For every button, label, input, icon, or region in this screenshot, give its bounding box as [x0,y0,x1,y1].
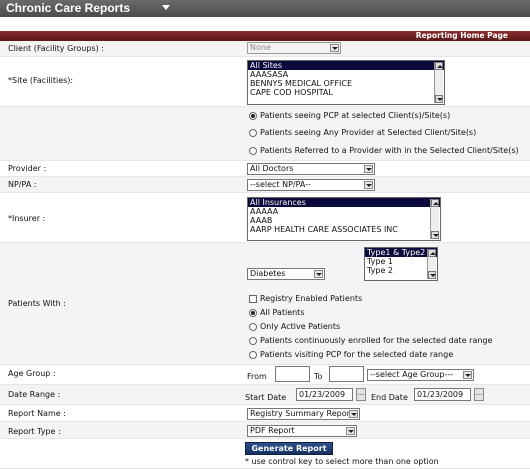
continuously-enrolled-label: Patients continuously enrolled for the s… [260,336,493,345]
provider-select-value: All Doctors [250,164,294,173]
active-patients-radio[interactable] [249,323,257,331]
age-from-input[interactable] [275,366,310,382]
footnote-text: * use control key to select more than on… [245,457,439,466]
report-name-select[interactable]: Registry Summary Report [247,408,360,420]
chevron-down-icon [364,165,373,173]
scrollbar[interactable] [430,199,439,239]
active-patients-label: Only Active Patients [260,322,341,331]
referred-provider-label: Patients Referred to a Provider with in … [260,146,519,155]
pcp-selected-label: Patients seeing PCP at selected Client(s… [260,111,451,120]
visiting-pcp-label: Patients visiting PCP for the selected d… [260,350,454,359]
provider-select[interactable]: All Doctors [247,163,375,175]
list-item[interactable]: All Insurances [248,198,440,207]
all-patients-label: All Patients [260,308,305,317]
report-name-select-value: Registry Summary Report [250,409,354,418]
referred-provider-radio[interactable] [249,147,257,155]
list-item[interactable]: AARP HEALTH CARE ASSOCIATES INC [248,225,440,234]
registry-enabled-checkbox[interactable] [249,295,257,303]
insurer-listbox[interactable]: All Insurances AAAAA AAAB AARP HEALTH CA… [247,197,441,241]
age-group-select-value: --select Age Group--- [370,370,454,379]
start-date-input[interactable]: 01/23/2009 [296,388,353,401]
age-group-label: Age Group : [8,369,56,378]
start-date-picker-button[interactable]: ... [356,388,366,401]
patients-with-label: Patients With : [8,299,66,308]
age-from-label: From [247,372,267,381]
client-label: Client (Facility Groups) : [8,44,104,53]
scroll-up-icon[interactable] [431,199,439,207]
list-item[interactable]: AAAB [248,216,440,225]
scroll-down-icon[interactable] [431,231,439,239]
site-label: *Site (Facilities): [8,76,74,85]
list-item[interactable]: CAPE COD HOSPITAL [248,88,444,97]
report-type-select-value: PDF Report [250,426,295,435]
header-title: Reporting Home Page [415,31,508,40]
nppa-label: NP/PA : [8,180,37,189]
list-item[interactable]: All Sites [248,61,444,70]
registry-enabled-label: Registry Enabled Patients [260,294,363,303]
scroll-up-icon[interactable] [435,62,443,70]
section-header: Reporting Home Page [0,31,530,41]
generate-report-button[interactable]: Generate Report [245,442,333,455]
site-listbox[interactable]: All Sites AAASASA BENNYS MEDICAL OFFICE … [247,60,445,105]
chevron-down-icon [346,427,355,435]
list-item[interactable]: AAAAA [248,207,440,216]
end-date-picker-button[interactable]: ... [474,388,484,401]
end-date-input[interactable]: 01/23/2009 [414,388,471,401]
diabetes-type-listbox[interactable]: Type1 & Type2 Type 1 Type 2 [364,247,438,281]
app-title: Chronic Care Reports [6,1,131,15]
report-type-select[interactable]: PDF Report [247,425,357,437]
scrollbar[interactable] [427,249,436,279]
condition-select[interactable]: Diabetes [247,268,325,280]
nppa-select[interactable]: --select NP/PA-- [247,179,375,191]
chevron-down-icon [364,181,373,189]
end-date-label: End Date [371,393,408,402]
any-provider-radio[interactable] [249,129,257,137]
chevron-down-icon[interactable] [162,5,170,10]
scrollbar[interactable] [434,62,443,103]
chevron-down-icon [314,270,323,278]
client-select-value: None [250,43,271,52]
chevron-down-icon [463,371,472,379]
chevron-down-icon [330,44,339,52]
scroll-down-icon[interactable] [428,271,436,279]
age-group-select[interactable]: --select Age Group--- [367,369,474,381]
pcp-selected-radio[interactable] [249,112,257,120]
provider-label: Provider : [8,164,47,173]
nppa-select-value: --select NP/PA-- [250,180,311,189]
continuously-enrolled-radio[interactable] [249,337,257,345]
scroll-down-icon[interactable] [435,95,443,103]
all-patients-radio[interactable] [249,309,257,317]
row-patients-with [0,243,530,365]
age-to-input[interactable] [329,366,364,382]
age-to-label: To [314,372,323,381]
client-select[interactable]: None [247,42,341,54]
list-item[interactable]: BENNYS MEDICAL OFFICE [248,79,444,88]
visiting-pcp-radio[interactable] [249,351,257,359]
report-type-label: Report Type : [8,427,61,436]
insurer-label: *Insurer : [8,214,46,223]
any-provider-label: Patients seeing Any Provider at Selected… [260,128,477,137]
condition-select-value: Diabetes [250,269,286,278]
date-range-label: Date Range : [8,390,61,399]
scroll-up-icon[interactable] [428,249,436,257]
report-name-label: Report Name : [8,409,66,418]
start-date-label: Start Date [245,393,287,402]
list-item[interactable]: AAASASA [248,70,444,79]
chevron-down-icon [349,410,358,418]
